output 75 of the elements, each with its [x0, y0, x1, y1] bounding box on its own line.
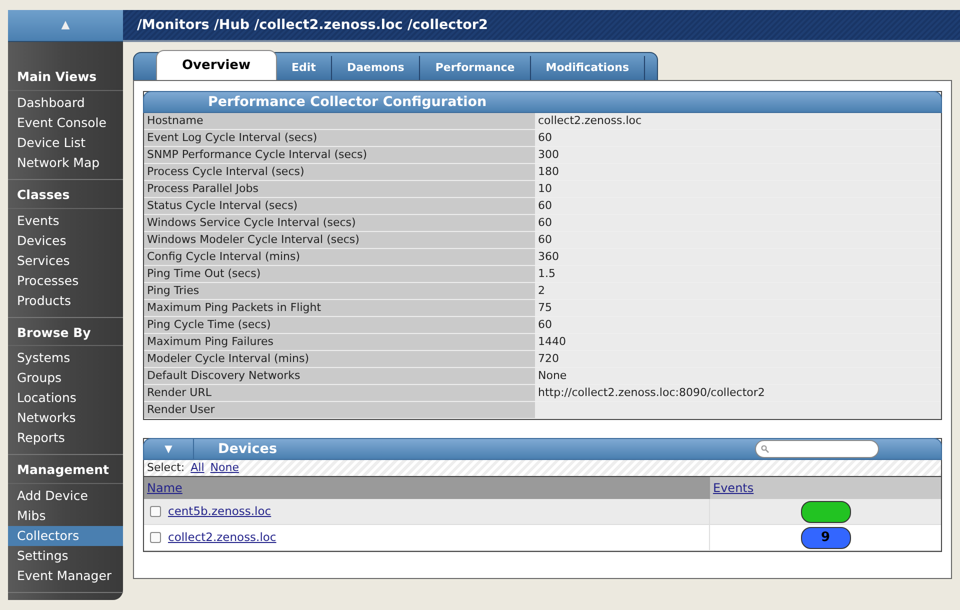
sidebar-item[interactable]: Network Map — [8, 152, 123, 173]
sidebar-item[interactable]: Device List — [8, 132, 123, 153]
sidebar-item[interactable]: Devices — [8, 230, 123, 250]
sidebar-item[interactable]: Locations — [8, 388, 123, 408]
field-label: Event Log Cycle Interval (secs) — [144, 130, 535, 146]
field-value: 60 — [535, 215, 941, 231]
field-label: Windows Service Cycle Interval (secs) — [144, 215, 535, 231]
select-label: Select: — [147, 461, 185, 474]
sidebar-item[interactable]: Collectors — [8, 526, 123, 546]
field-label: Hostname — [144, 113, 535, 129]
column-header[interactable]: Events — [713, 481, 754, 495]
field-value: 720 — [535, 351, 941, 367]
sidebar-item[interactable]: Reports — [8, 428, 123, 448]
field-label: Modeler Cycle Interval (mins) — [144, 351, 535, 367]
sidebar-item[interactable]: Settings — [8, 546, 123, 566]
field-label: SNMP Performance Cycle Interval (secs) — [144, 147, 535, 163]
sidebar-item[interactable]: Products — [8, 290, 123, 310]
sidebar-item[interactable]: Networks — [8, 408, 123, 428]
checkbox[interactable] — [150, 532, 161, 543]
section-heading: Main Views — [8, 42, 123, 91]
event-badge[interactable]: 9 — [800, 526, 850, 548]
field-value: 10 — [535, 181, 941, 197]
search-icon — [761, 445, 769, 453]
sidebar-item[interactable]: Systems — [8, 348, 123, 368]
tab[interactable]: Overview — [156, 50, 277, 80]
select-link[interactable]: None — [210, 461, 239, 474]
field-value: 60 — [535, 317, 941, 333]
panel-title: Devices — [218, 440, 277, 459]
field-value: 360 — [535, 249, 941, 265]
field-label: Process Cycle Interval (secs) — [144, 164, 535, 180]
field-label: Config Cycle Interval (mins) — [144, 249, 535, 265]
sidebar-item[interactable]: Services — [8, 250, 123, 270]
field-label: Ping Cycle Time (secs) — [144, 317, 535, 333]
field-label: Process Parallel Jobs — [144, 181, 535, 197]
sidebar-item[interactable]: Processes — [8, 270, 123, 290]
field-label: Windows Modeler Cycle Interval (secs) — [144, 232, 535, 248]
field-label: Default Discovery Networks — [144, 368, 535, 384]
field-label: Maximum Ping Packets in Flight — [144, 300, 535, 316]
device-link[interactable]: cent5b.zenoss.loc — [168, 502, 272, 520]
device-link[interactable]: collect2.zenoss.loc — [168, 528, 276, 546]
field-value: 60 — [535, 198, 941, 214]
sidebar-item[interactable]: Mibs — [8, 506, 123, 526]
panel-title: Performance Collector Configuration — [143, 91, 942, 113]
section-heading: Management — [8, 455, 123, 484]
field-value: 2 — [535, 283, 941, 299]
field-label: Ping Time Out (secs) — [144, 266, 535, 282]
field-value: 300 — [535, 147, 941, 163]
section-heading: Classes — [8, 180, 123, 208]
field-value: http://collect2.zenoss.loc:8090/collector2 — [535, 385, 941, 401]
field-value: 1.5 — [535, 266, 941, 282]
sidebar-item[interactable]: Groups — [8, 368, 123, 388]
field-label: Status Cycle Interval (secs) — [144, 198, 535, 214]
event-badge[interactable] — [800, 500, 850, 522]
field-value: 180 — [535, 164, 941, 180]
sidebar-item[interactable]: Event Manager — [8, 566, 123, 586]
breadcrumb: /Monitors /Hub /collect2.zenoss.loc /collector2 — [123, 10, 960, 42]
search-field[interactable] — [755, 440, 879, 458]
sidebar-item[interactable]: Events — [8, 210, 123, 230]
field-value: 1440 — [535, 334, 941, 350]
field-value: 60 — [535, 130, 941, 146]
section-heading: Browse By — [8, 318, 123, 346]
select-link[interactable]: All — [190, 461, 204, 474]
field-value: 60 — [535, 232, 941, 248]
sidebar-item[interactable]: Dashboard — [8, 92, 123, 113]
field-label: Maximum Ping Failures — [144, 334, 535, 350]
checkbox[interactable] — [150, 506, 161, 517]
field-value: collect2.zenoss.loc — [535, 113, 941, 129]
sidebar-item[interactable]: Add Device — [8, 486, 123, 506]
field-value: None — [535, 368, 941, 384]
field-value: 75 — [535, 300, 941, 316]
field-label: Render User — [144, 402, 535, 418]
field-label: Render URL — [144, 385, 535, 401]
field-label: Ping Tries — [144, 283, 535, 299]
sidebar-item[interactable]: Event Console — [8, 112, 123, 133]
column-header[interactable]: Name — [147, 481, 182, 495]
